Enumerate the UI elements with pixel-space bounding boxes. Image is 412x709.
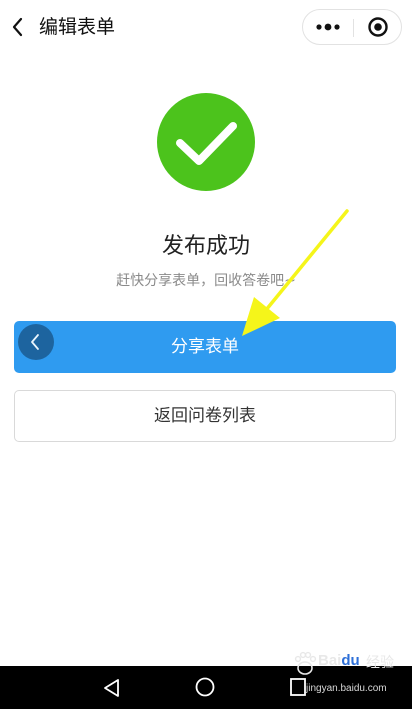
chevron-left-icon — [12, 17, 23, 37]
return-to-list-button[interactable]: 返回问卷列表 — [14, 390, 396, 442]
nav-back-button[interactable] — [100, 676, 124, 700]
chevron-left-icon — [31, 334, 39, 350]
checkmark-icon — [176, 122, 237, 165]
back-button[interactable] — [6, 12, 34, 42]
success-icon — [157, 93, 255, 191]
watermark-brand: Baidu — [318, 652, 360, 669]
circle-home-icon — [195, 677, 215, 697]
paw-icon — [294, 651, 317, 675]
annotation-arrow-icon — [242, 209, 349, 336]
triangle-back-icon — [104, 679, 119, 697]
more-button[interactable] — [303, 10, 353, 44]
target-circle-icon — [368, 17, 388, 37]
baidu-jingyan-watermark: Baidu 经验 jingyan.baidu.com — [292, 650, 407, 702]
mini-program-capsule — [302, 9, 402, 45]
app-screen: 编辑表单 发布成功 赶快分享表单，回收答卷吧~ 分享表单 返回问卷列表 Baid… — [0, 0, 412, 709]
close-button[interactable] — [354, 10, 402, 44]
page-title: 编辑表单 — [39, 16, 116, 38]
more-dots-icon — [316, 23, 340, 31]
top-header: 编辑表单 — [0, 0, 412, 56]
nav-home-button[interactable] — [193, 675, 217, 699]
watermark-url: jingyan.baidu.com — [306, 683, 387, 694]
watermark-jingyan: 经验 — [366, 655, 394, 671]
floating-back-button[interactable] — [18, 324, 54, 360]
